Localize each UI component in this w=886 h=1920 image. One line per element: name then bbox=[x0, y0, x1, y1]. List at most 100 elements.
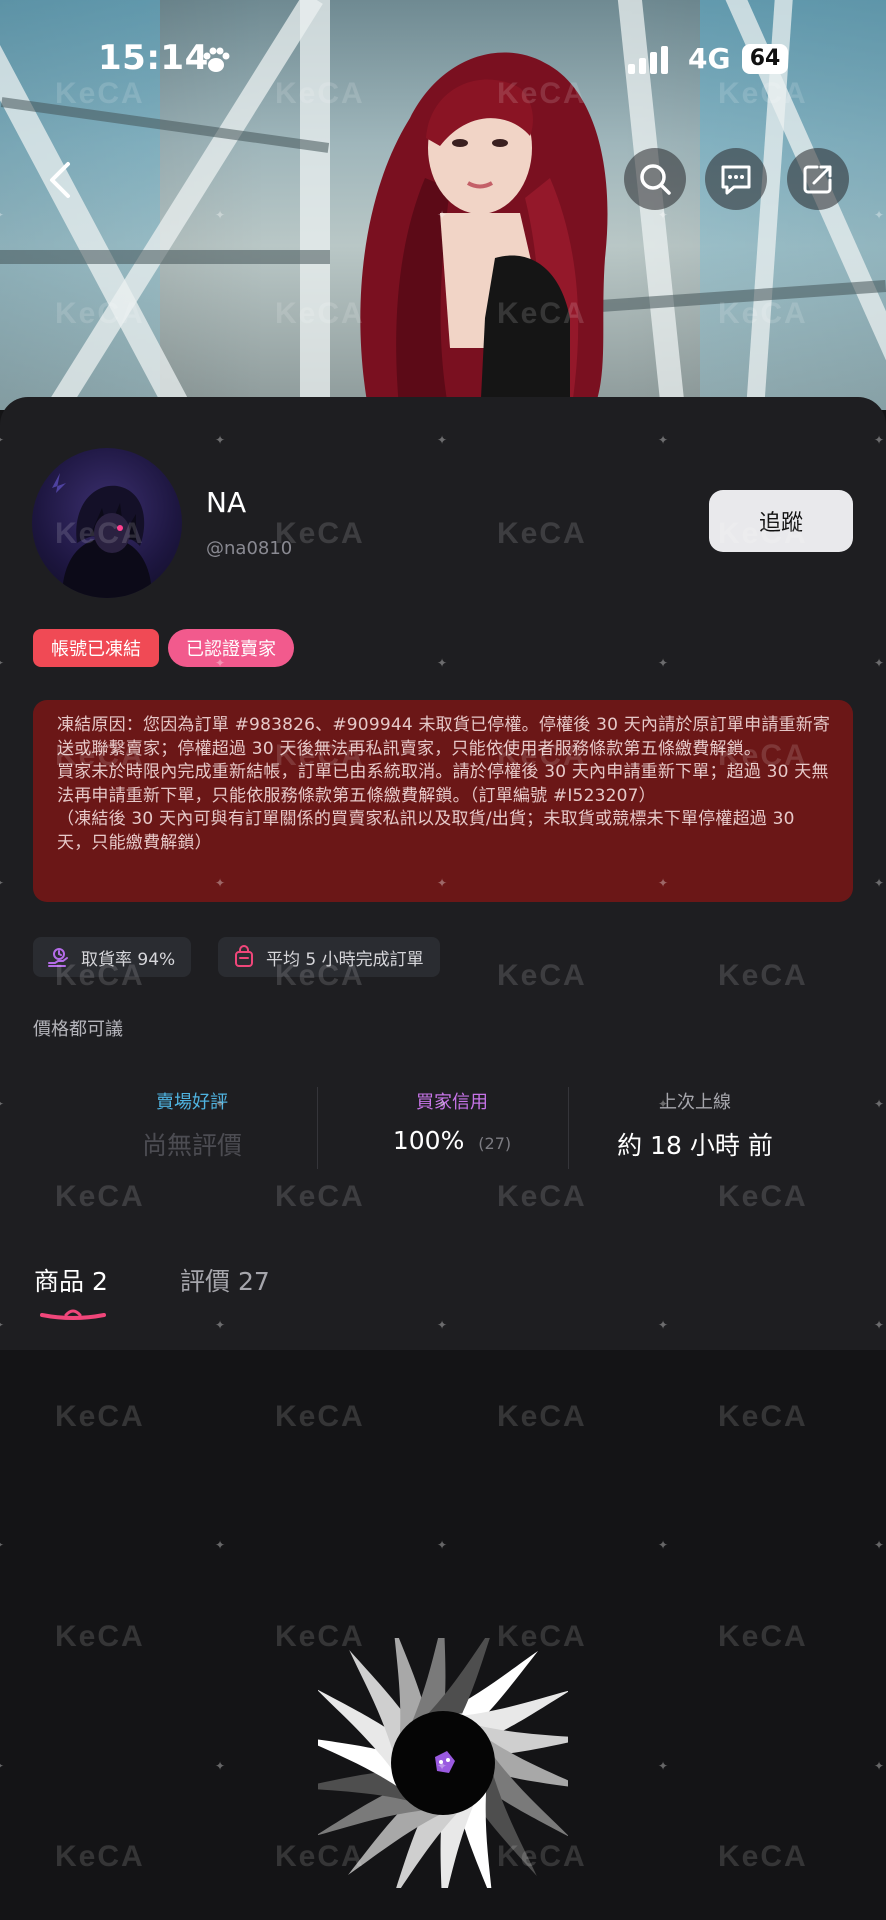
stat-divider bbox=[317, 1087, 318, 1169]
sparkle-decoration: ✦ bbox=[874, 1097, 885, 1111]
stat-buyer-credit-label: 買家信用 bbox=[416, 1092, 488, 1113]
watermark: KeCA bbox=[497, 1180, 587, 1213]
watermark: KeCA bbox=[55, 77, 145, 110]
watermark: KeCA bbox=[718, 1620, 808, 1653]
sparkle-decoration: ✦ bbox=[658, 1097, 669, 1111]
sparkle-decoration: ✦ bbox=[874, 876, 885, 890]
sparkle-decoration: ✦ bbox=[437, 1759, 448, 1773]
sparkle-decoration: ✦ bbox=[215, 1318, 226, 1332]
sparkle-decoration: ✦ bbox=[437, 433, 448, 447]
sparkle-decoration: ✦ bbox=[874, 433, 885, 447]
sparkle-decoration: ✦ bbox=[0, 1539, 6, 1551]
stat-seller-rating[interactable]: 賣場好評 尚無評價 bbox=[92, 1088, 292, 1162]
watermark: KeCA bbox=[718, 297, 808, 330]
watermark: KeCA bbox=[497, 1620, 587, 1653]
tab-reviews[interactable]: 評價 27 bbox=[180, 1262, 270, 1298]
sparkle-decoration: ✦ bbox=[215, 433, 226, 447]
watermark: KeCA bbox=[497, 959, 587, 992]
chat-button[interactable] bbox=[705, 148, 767, 210]
sparkle-decoration: ✦ bbox=[437, 1097, 448, 1111]
sparkle-decoration: ✦ bbox=[874, 656, 885, 670]
watermark: KeCA bbox=[275, 739, 365, 772]
watermark: KeCA bbox=[275, 297, 365, 330]
watermark: KeCA bbox=[55, 1400, 145, 1433]
stat-last-online-label: 上次上線 bbox=[659, 1092, 731, 1113]
share-button[interactable] bbox=[787, 148, 849, 210]
profile-description: 價格都可議 bbox=[33, 1019, 123, 1040]
sparkle-decoration: ✦ bbox=[658, 656, 669, 670]
sparkle-decoration: ✦ bbox=[658, 1318, 669, 1332]
watermark: KeCA bbox=[718, 739, 808, 772]
watermark: KeCA bbox=[718, 1180, 808, 1213]
status-time: 15:14 bbox=[98, 38, 209, 78]
sparkle-decoration: ✦ bbox=[658, 208, 669, 222]
sparkle-decoration: ✦ bbox=[437, 208, 448, 222]
paw-icon bbox=[203, 47, 230, 72]
watermark: KeCA bbox=[55, 517, 145, 550]
sparkle-decoration: ✦ bbox=[0, 1319, 6, 1331]
sparkle-decoration: ✦ bbox=[874, 208, 885, 222]
sparkle-decoration: ✦ bbox=[658, 876, 669, 890]
watermark: KeCA bbox=[275, 77, 365, 110]
sparkle-decoration: ✦ bbox=[437, 1318, 448, 1332]
signal-icon bbox=[628, 46, 668, 74]
watermark: KeCA bbox=[55, 1840, 145, 1873]
status-badge-verified: 已認證賣家 bbox=[168, 629, 294, 667]
battery-indicator: 64 bbox=[742, 44, 788, 74]
sparkle-decoration: ✦ bbox=[215, 656, 226, 670]
sparkle-decoration: ✦ bbox=[215, 1097, 226, 1111]
stat-last-online: 上次上線 約 18 小時 前 bbox=[590, 1088, 800, 1162]
share-icon bbox=[803, 165, 832, 194]
watermark: KeCA bbox=[718, 1400, 808, 1433]
sparkle-decoration: ✦ bbox=[658, 1759, 669, 1773]
freeze-notice: 凍結原因：您因為訂單 #983826、#909944 未取貨已停權。停權後 30… bbox=[33, 700, 853, 902]
tab-reviews-count: 27 bbox=[238, 1267, 270, 1296]
back-button[interactable] bbox=[40, 152, 80, 208]
watermark: KeCA bbox=[718, 1840, 808, 1873]
sparkle-decoration: ✦ bbox=[437, 656, 448, 670]
watermark: KeCA bbox=[55, 959, 145, 992]
sparkle-decoration: ✦ bbox=[0, 1760, 6, 1772]
sparkle-decoration: ✦ bbox=[874, 1759, 885, 1773]
stat-last-online-value: 約 18 小時 前 bbox=[617, 1131, 773, 1160]
sparkle-decoration: ✦ bbox=[874, 1318, 885, 1332]
sparkle-decoration: ✦ bbox=[874, 1538, 885, 1552]
watermark: KeCA bbox=[275, 1400, 365, 1433]
tab-products-label: 商品 bbox=[34, 1267, 85, 1296]
tab-reviews-label: 評價 bbox=[180, 1267, 231, 1296]
sparkle-decoration: ✦ bbox=[215, 208, 226, 222]
sparkle-decoration: ✦ bbox=[215, 1759, 226, 1773]
watermark: KeCA bbox=[497, 1840, 587, 1873]
watermark: KeCA bbox=[718, 77, 808, 110]
tab-products-count: 2 bbox=[92, 1267, 108, 1296]
stat-seller-rating-label: 賣場好評 bbox=[156, 1092, 228, 1113]
status-badge-frozen: 帳號已凍結 bbox=[33, 629, 159, 667]
chevron-left-icon bbox=[50, 162, 70, 198]
watermark: KeCA bbox=[55, 739, 145, 772]
tab-products[interactable]: 商品 2 bbox=[34, 1262, 108, 1298]
watermark: KeCA bbox=[497, 1400, 587, 1433]
sparkle-decoration: ✦ bbox=[0, 1098, 6, 1110]
sparkle-decoration: ✦ bbox=[658, 433, 669, 447]
stat-buyer-credit[interactable]: 買家信用 100% (27) bbox=[340, 1088, 564, 1155]
stat-seller-rating-value: 尚無評價 bbox=[141, 1131, 242, 1160]
sparkle-decoration: ✦ bbox=[658, 1538, 669, 1552]
stat-buyer-credit-value-row: 100% (27) bbox=[340, 1126, 564, 1155]
network-type: 4G bbox=[688, 42, 731, 75]
watermark: KeCA bbox=[497, 297, 587, 330]
watermark: KeCA bbox=[55, 297, 145, 330]
sparkle-decoration: ✦ bbox=[0, 657, 6, 669]
tab-active-indicator bbox=[40, 1309, 106, 1320]
watermark: KeCA bbox=[497, 517, 587, 550]
sparkle-decoration: ✦ bbox=[215, 1538, 226, 1552]
watermark: KeCA bbox=[55, 1620, 145, 1653]
watermark: KeCA bbox=[497, 739, 587, 772]
profile-name: NA bbox=[206, 486, 247, 519]
watermark: KeCA bbox=[55, 1180, 145, 1213]
search-button[interactable] bbox=[624, 148, 686, 210]
stat-buyer-credit-count: (27) bbox=[478, 1134, 512, 1153]
stat-divider bbox=[568, 1087, 569, 1169]
watermark: KeCA bbox=[718, 517, 808, 550]
sparkle-decoration: ✦ bbox=[0, 877, 6, 889]
search-icon bbox=[640, 164, 671, 195]
